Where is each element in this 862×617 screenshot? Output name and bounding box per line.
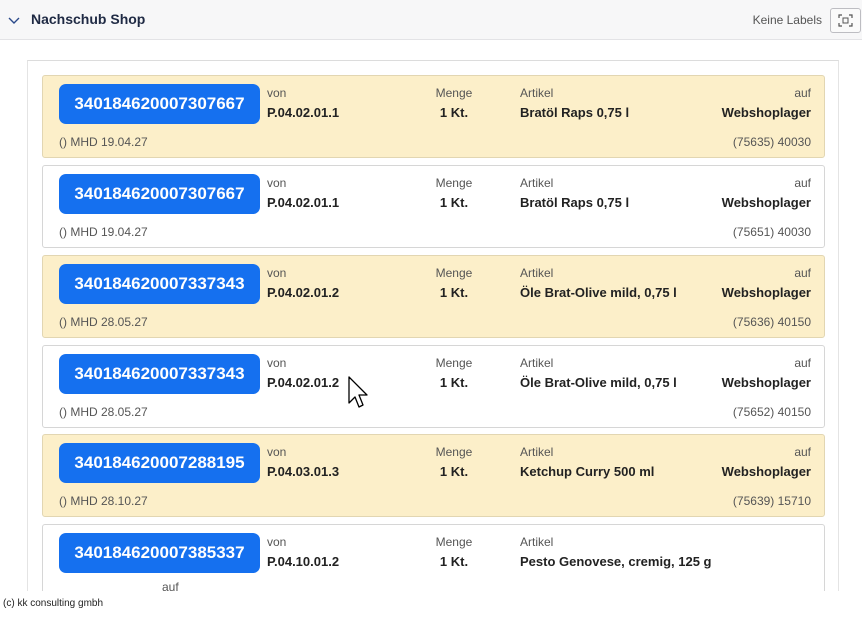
quantity-value: 1 Kt. — [439, 554, 469, 569]
from-label: von — [267, 176, 287, 190]
sscc-button[interactable]: 340184620007307667 — [59, 174, 260, 214]
quantity-label: Menge — [435, 535, 473, 549]
to-location: Webshoplager — [721, 285, 811, 300]
quantity-value: 1 Kt. — [439, 375, 469, 390]
article-name: Bratöl Raps 0,75 l — [520, 105, 630, 120]
from-label: von — [267, 86, 287, 100]
to-label: auf — [794, 176, 811, 190]
from-label: von — [267, 356, 287, 370]
scan-icon — [838, 14, 853, 27]
transfer-card[interactable]: 340184620007288195 von P.04.03.01.3 Meng… — [42, 434, 825, 517]
scan-label-button[interactable] — [830, 8, 861, 33]
article-label: Artikel — [520, 86, 554, 100]
to-label: auf — [794, 86, 811, 100]
article-label: Artikel — [520, 356, 554, 370]
mouse-cursor-icon — [348, 376, 368, 408]
order-reference: (75636) 40150 — [732, 315, 811, 329]
quantity-value: 1 Kt. — [439, 464, 469, 479]
article-label: Artikel — [520, 266, 554, 280]
sscc-button[interactable]: 340184620007288195 — [59, 443, 260, 483]
best-before-info: () MHD 28.05.27 — [59, 405, 148, 419]
article-label: Artikel — [520, 535, 554, 549]
quantity-value: 1 Kt. — [439, 105, 469, 120]
quantity-value: 1 Kt. — [439, 285, 469, 300]
article-name: Ketchup Curry 500 ml — [520, 464, 655, 479]
best-before-info: () MHD 19.04.27 — [59, 225, 148, 239]
order-reference: (75651) 40030 — [732, 225, 811, 239]
from-location: P.04.02.01.1 — [267, 105, 340, 120]
to-location: Webshoplager — [721, 375, 811, 390]
sscc-button[interactable]: 340184620007307667 — [59, 84, 260, 124]
best-before-info: () MHD 19.04.27 — [59, 135, 148, 149]
article-name: Öle Brat-Olive mild, 0,75 l — [520, 285, 677, 300]
best-before-info: () MHD 28.10.27 — [59, 494, 148, 508]
from-location: P.04.03.01.3 — [267, 464, 340, 479]
article-label: Artikel — [520, 445, 554, 459]
quantity-label: Menge — [435, 266, 473, 280]
transfer-card[interactable]: 340184620007337343 von P.04.02.01.2 Meng… — [42, 255, 825, 338]
to-label: auf — [794, 266, 811, 280]
transfer-card[interactable]: 340184620007337343 von P.04.02.01.2 Meng… — [42, 345, 825, 428]
quantity-label: Menge — [435, 176, 473, 190]
from-location: P.04.02.01.2 — [267, 285, 340, 300]
quantity-label: Menge — [435, 356, 473, 370]
to-location: Webshoplager — [721, 105, 811, 120]
best-before-info: () MHD 28.05.27 — [59, 315, 148, 329]
quantity-label: Menge — [435, 445, 473, 459]
quantity-label: Menge — [435, 86, 473, 100]
order-reference: (75639) 15710 — [732, 494, 811, 508]
from-location: P.04.10.01.2 — [267, 554, 340, 569]
from-label: von — [267, 535, 287, 549]
from-label: von — [267, 445, 287, 459]
sscc-button[interactable]: 340184620007337343 — [59, 354, 260, 394]
quantity-value: 1 Kt. — [439, 195, 469, 210]
section-header[interactable]: Nachschub Shop Keine Labels — [0, 0, 862, 40]
from-location: P.04.02.01.1 — [267, 195, 340, 210]
to-label: auf — [162, 580, 179, 594]
transfer-card[interactable]: 340184620007307667 von P.04.02.01.1 Meng… — [42, 75, 825, 158]
sscc-button[interactable]: 340184620007337343 — [59, 264, 260, 304]
to-label: auf — [794, 445, 811, 459]
from-label: von — [267, 266, 287, 280]
chevron-down-icon[interactable] — [7, 13, 21, 27]
article-name: Öle Brat-Olive mild, 0,75 l — [520, 375, 677, 390]
to-location: Webshoplager — [721, 464, 811, 479]
order-reference: (75652) 40150 — [732, 405, 811, 419]
transfer-list: 340184620007307667 von P.04.02.01.1 Meng… — [27, 60, 839, 591]
article-name: Bratöl Raps 0,75 l — [520, 195, 630, 210]
order-reference: (75635) 40030 — [732, 135, 811, 149]
transfer-card[interactable]: 340184620007385337 von P.04.10.01.2 Meng… — [42, 524, 825, 591]
labels-status: Keine Labels — [752, 13, 822, 27]
to-location: Webshoplager — [721, 195, 811, 210]
copyright-text: (c) kk consulting gmbh — [3, 598, 104, 609]
sscc-button[interactable]: 340184620007385337 — [59, 533, 260, 573]
article-name: Pesto Genovese, cremig, 125 g — [520, 554, 712, 569]
to-label: auf — [794, 356, 811, 370]
from-location: P.04.02.01.2 — [267, 375, 340, 390]
article-label: Artikel — [520, 176, 554, 190]
transfer-card[interactable]: 340184620007307667 von P.04.02.01.1 Meng… — [42, 165, 825, 248]
section-title: Nachschub Shop — [31, 11, 146, 27]
